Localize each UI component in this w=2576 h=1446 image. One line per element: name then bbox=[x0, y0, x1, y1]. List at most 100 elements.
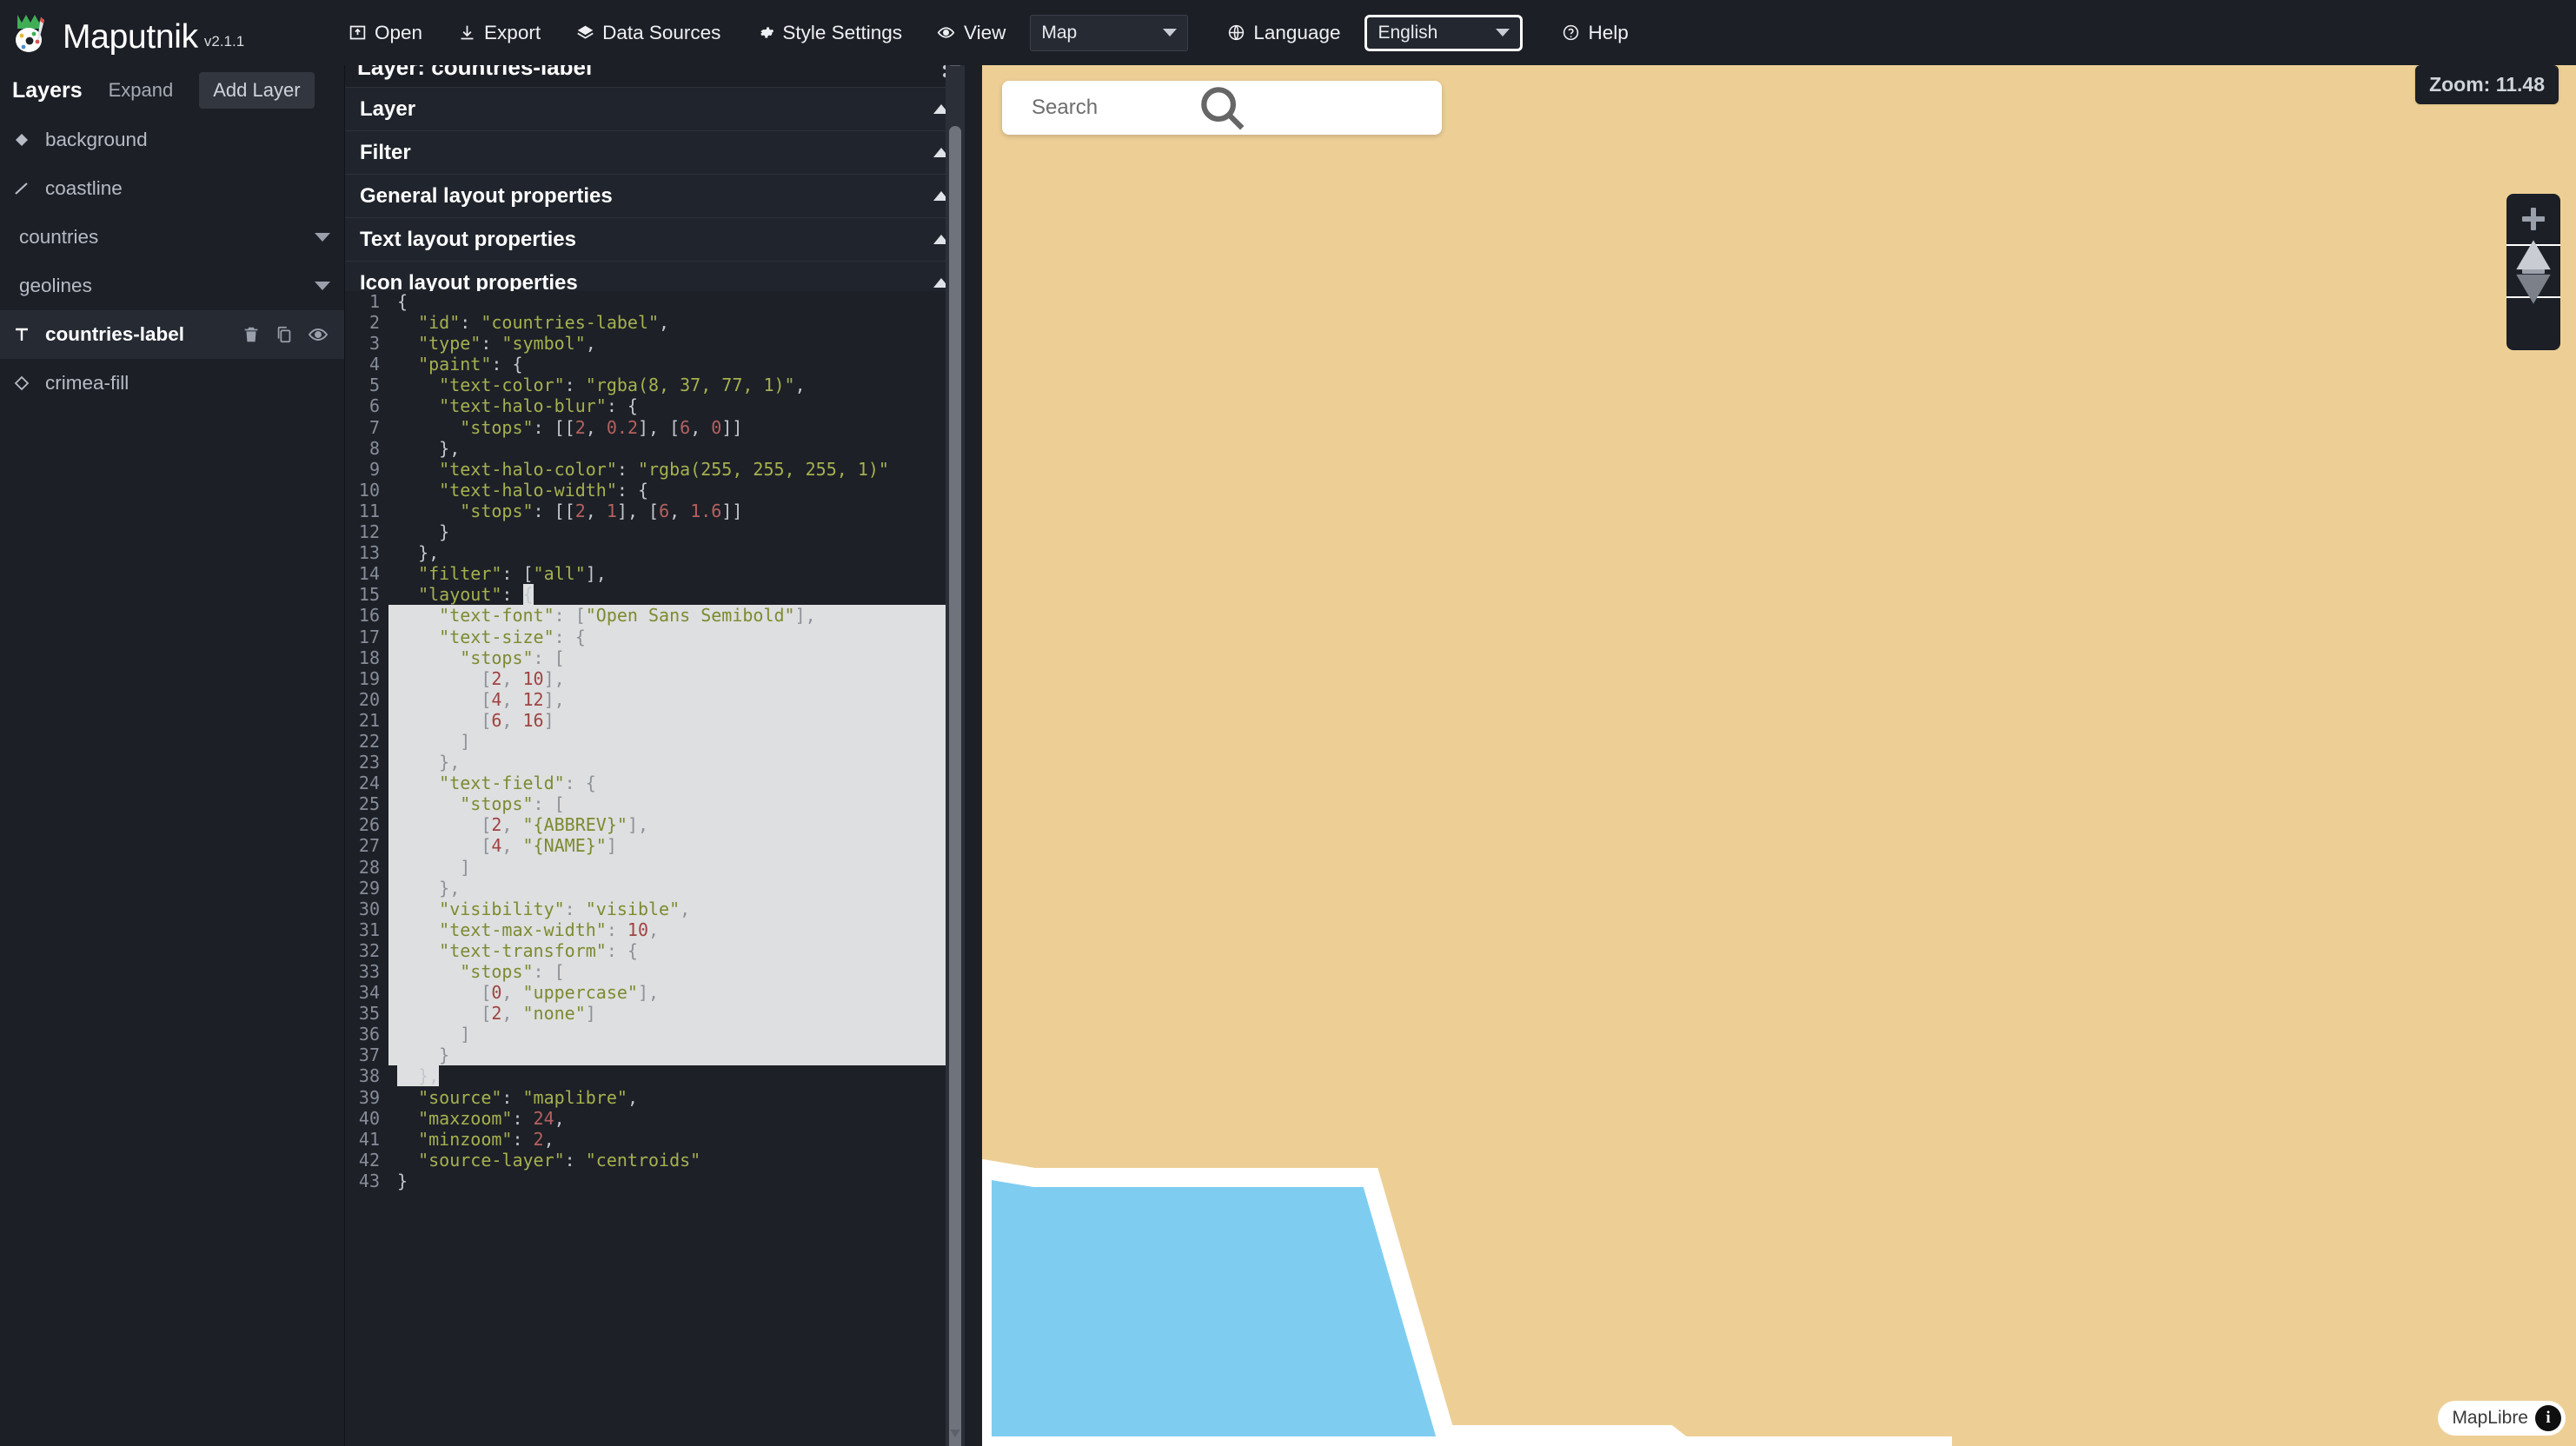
scroll-down-icon[interactable] bbox=[950, 1429, 960, 1437]
line-number: 30 bbox=[345, 899, 388, 919]
open-button[interactable]: Open bbox=[330, 15, 440, 51]
map-search-box[interactable] bbox=[1002, 81, 1442, 135]
layer-row-coastline[interactable]: coastline bbox=[0, 164, 344, 213]
section-layer[interactable]: Layer bbox=[345, 87, 965, 130]
code-line: 22 ] bbox=[345, 731, 965, 752]
token-str: "stops" bbox=[397, 961, 534, 982]
map-attribution[interactable]: MapLibre i bbox=[2438, 1401, 2566, 1436]
token-str: "text-size" bbox=[397, 627, 554, 647]
compass-button[interactable] bbox=[2506, 298, 2560, 350]
layer-row-geolines[interactable]: geolines bbox=[0, 262, 344, 310]
token-pun: , bbox=[501, 668, 522, 689]
line-number: 9 bbox=[345, 459, 388, 480]
token-pun: , bbox=[648, 919, 659, 940]
token-str: "source-layer" bbox=[397, 1150, 565, 1171]
properties-scrollbar[interactable] bbox=[946, 48, 965, 1446]
token-pun: [ bbox=[397, 1003, 491, 1024]
line-number: 41 bbox=[345, 1129, 388, 1150]
line-number: 6 bbox=[345, 395, 388, 416]
style-settings-button[interactable]: Style Settings bbox=[738, 15, 920, 51]
layer-row-crimea-fill[interactable]: crimea-fill bbox=[0, 359, 344, 408]
section-text-layout-properties[interactable]: Text layout properties bbox=[345, 217, 965, 261]
token-pun: : bbox=[460, 312, 481, 333]
token-pun: : bbox=[501, 584, 522, 605]
token-num: 2 bbox=[575, 417, 586, 438]
code-text: "paint": { bbox=[388, 354, 523, 375]
view-button[interactable]: View bbox=[920, 15, 1023, 51]
layer-row-countries-label[interactable]: countries-label bbox=[0, 310, 344, 359]
token-pun: [ bbox=[397, 835, 491, 856]
map-canvas[interactable]: Zoom: 11.48 MapLibre bbox=[982, 48, 2576, 1446]
layer-row-background[interactable]: background bbox=[0, 116, 344, 164]
line-number: 28 bbox=[345, 857, 388, 878]
token-str: "layout" bbox=[397, 584, 501, 605]
token-pun: ]] bbox=[721, 501, 742, 521]
group-collapse-icon[interactable] bbox=[315, 282, 330, 290]
code-text: "id": "countries-label", bbox=[388, 312, 669, 333]
language-select[interactable]: English bbox=[1364, 15, 1523, 51]
zoom-level-badge: Zoom: 11.48 bbox=[2413, 63, 2560, 106]
layers-header: Layers Expand Add Layer bbox=[0, 65, 344, 116]
delete-icon[interactable] bbox=[242, 325, 261, 344]
line-number: 43 bbox=[345, 1171, 388, 1191]
token-pun: : bbox=[501, 1087, 522, 1108]
code-text: "stops": [ bbox=[388, 961, 965, 982]
code-line: 23 }, bbox=[345, 752, 965, 773]
token-pun: }, bbox=[397, 878, 460, 899]
layer-name: countries-label bbox=[45, 323, 242, 346]
code-line: 14 "filter": ["all"], bbox=[345, 563, 965, 584]
view-mode-select[interactable]: Map bbox=[1030, 15, 1188, 51]
token-pun: ], [ bbox=[638, 417, 680, 438]
token-pun: { bbox=[523, 584, 534, 605]
layer-name: crimea-fill bbox=[45, 372, 335, 395]
download-icon bbox=[457, 23, 476, 43]
help-button[interactable]: Help bbox=[1544, 15, 1645, 51]
token-str: "stops" bbox=[397, 501, 534, 521]
code-text: "visibility": "visible", bbox=[388, 899, 965, 919]
code-line: 15 "layout": { bbox=[345, 584, 965, 605]
language-button[interactable]: Language bbox=[1209, 15, 1358, 51]
group-collapse-icon[interactable] bbox=[315, 233, 330, 242]
token-pun: : [ bbox=[534, 793, 565, 814]
outline-diamond-icon bbox=[9, 373, 35, 394]
layer-row-countries[interactable]: countries bbox=[0, 213, 344, 262]
section-filter[interactable]: Filter bbox=[345, 130, 965, 174]
token-pun: [ bbox=[397, 668, 491, 689]
section-general-layout-properties[interactable]: General layout properties bbox=[345, 174, 965, 217]
code-line: 13 }, bbox=[345, 542, 965, 563]
visibility-icon[interactable] bbox=[308, 324, 329, 345]
code-text: }, bbox=[388, 542, 439, 563]
token-pun: , bbox=[501, 982, 522, 1003]
data-sources-button[interactable]: Data Sources bbox=[558, 15, 738, 51]
json-editor-code[interactable]: 1{2 "id": "countries-label",3 "type": "s… bbox=[345, 291, 965, 1446]
token-pun: : bbox=[512, 1108, 533, 1129]
token-pun: ]] bbox=[721, 417, 742, 438]
token-num: 2 bbox=[491, 1003, 501, 1024]
code-line: 6 "text-halo-blur": { bbox=[345, 395, 965, 416]
code-text: } bbox=[388, 1171, 408, 1191]
export-button[interactable]: Export bbox=[440, 15, 558, 51]
layer-properties-panel: Layer: countries-label LayerFilterGenera… bbox=[345, 48, 965, 1446]
export-label: Export bbox=[484, 22, 541, 44]
token-num: 6 bbox=[680, 417, 690, 438]
add-layer-button[interactable]: Add Layer bbox=[199, 72, 314, 109]
expand-button[interactable]: Expand bbox=[95, 72, 188, 109]
duplicate-icon[interactable] bbox=[275, 325, 294, 344]
token-pun: : { bbox=[617, 480, 648, 501]
code-text: } bbox=[388, 521, 449, 542]
code-text: [4, "{NAME}"] bbox=[388, 835, 965, 856]
info-icon[interactable]: i bbox=[2535, 1405, 2561, 1431]
token-pun: ], bbox=[795, 605, 816, 626]
scrollbar-thumb[interactable] bbox=[949, 126, 961, 1446]
code-line: 12 } bbox=[345, 521, 965, 542]
layer-name: geolines bbox=[19, 275, 315, 297]
line-number: 38 bbox=[345, 1065, 388, 1086]
token-pun: [ bbox=[397, 689, 491, 710]
code-text: ] bbox=[388, 857, 965, 878]
line-number: 17 bbox=[345, 627, 388, 647]
token-pun: : { bbox=[491, 354, 522, 375]
token-pun: , bbox=[501, 1003, 522, 1024]
token-str: "text-font" bbox=[397, 605, 554, 626]
code-text: "text-color": "rgba(8, 37, 77, 1)", bbox=[388, 375, 806, 395]
json-editor[interactable]: 1{2 "id": "countries-label",3 "type": "s… bbox=[345, 291, 965, 1446]
